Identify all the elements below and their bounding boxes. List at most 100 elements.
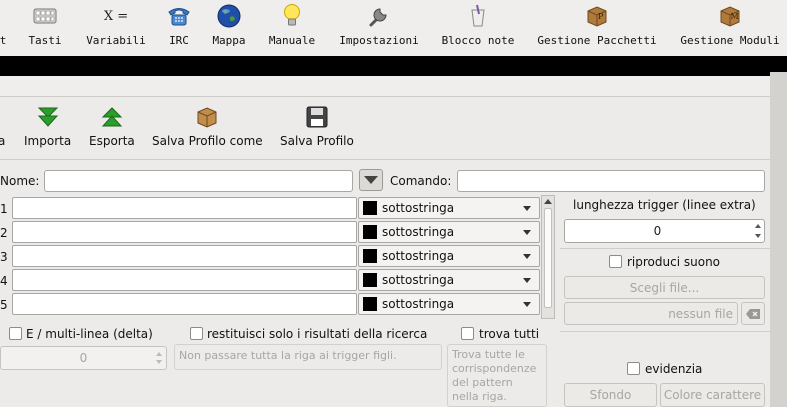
match-all-description: Trova tutte le corrispondenze del patter… <box>447 344 547 407</box>
divider <box>560 248 770 249</box>
background-color-button[interactable]: Sfondo <box>564 383 657 407</box>
trigger-length-spinbox[interactable]: 0 <box>564 219 765 243</box>
command-field[interactable] <box>457 170 765 192</box>
multiline-checkbox[interactable] <box>9 327 22 340</box>
toolbar-label: IRC <box>169 34 189 47</box>
package-icon: P <box>585 0 609 32</box>
row-number: 3 <box>0 250 8 264</box>
toolbar-item-manuale[interactable]: Manuale <box>264 0 320 56</box>
partial-action[interactable]: a <box>0 102 5 148</box>
save-button[interactable]: Salva Profilo <box>280 102 354 148</box>
window-scrollbar[interactable] <box>770 72 787 407</box>
toolbar-label: Gestione Moduli <box>680 34 780 47</box>
command-label: Comando: <box>390 174 452 188</box>
dropdown-arrow-icon <box>523 229 531 235</box>
multiline-delta-spinbox[interactable]: 0 <box>0 346 167 370</box>
export-arrow-icon <box>101 102 123 132</box>
spin-down-icon[interactable] <box>755 234 761 238</box>
highlight-checkbox[interactable] <box>627 362 640 375</box>
row-number: 5 <box>0 298 8 312</box>
match-all-label: trova tutti <box>479 327 540 341</box>
color-swatch <box>363 201 377 215</box>
toolbar-item-variabili[interactable]: X = Variabili <box>82 0 150 56</box>
svg-text:P: P <box>598 12 604 21</box>
telephone-icon <box>166 0 192 32</box>
pattern-type-select[interactable]: sottostringa <box>358 221 540 243</box>
dropdown-arrow-icon <box>523 205 531 211</box>
multiline-label: E / multi-linea (delta) <box>26 327 153 341</box>
main-toolbar: t Tasti X = Variabili IRC Mappa Manuale … <box>0 0 787 56</box>
pattern-input[interactable] <box>12 269 357 291</box>
pattern-type-select[interactable]: sottostringa <box>358 197 540 219</box>
toolbar-label: Impostazioni <box>339 34 419 47</box>
pattern-input[interactable] <box>12 221 357 243</box>
color-swatch <box>363 297 377 311</box>
toolbar-item-mappa[interactable]: Mappa <box>208 0 250 56</box>
import-arrow-icon <box>37 102 59 132</box>
pattern-type-select[interactable]: sottostringa <box>358 293 540 315</box>
triangle-down-icon <box>364 176 378 184</box>
save-as-button[interactable]: Salva Profilo come <box>152 102 263 148</box>
divider <box>560 331 770 332</box>
lightbulb-icon <box>282 0 302 32</box>
pattern-input[interactable] <box>12 197 357 219</box>
filter-checkbox[interactable] <box>190 327 203 340</box>
trigger-editor-panel: a Importa Esporta Salva Profilo come Sal… <box>0 76 770 407</box>
floppy-disk-icon <box>305 102 329 132</box>
play-sound-label: riproduci suono <box>627 255 721 269</box>
spin-down-icon[interactable] <box>156 360 162 364</box>
toolbar-item-impostazioni[interactable]: Impostazioni <box>336 0 422 56</box>
filter-description: Non passare tutta la riga ai trigger fig… <box>174 344 442 370</box>
name-field[interactable] <box>44 170 353 192</box>
pattern-type-select[interactable]: sottostringa <box>358 269 540 291</box>
spin-up-icon[interactable] <box>755 224 761 228</box>
toolbar-item-gestione-moduli[interactable]: M Gestione Moduli <box>676 0 784 56</box>
toolbar-label: t <box>0 34 7 47</box>
choose-file-button[interactable]: Scegli file... <box>564 276 765 299</box>
toolbar-item-partial[interactable]: t <box>0 0 8 56</box>
collapse-button[interactable] <box>359 169 383 191</box>
notepad-icon <box>468 0 488 32</box>
dropdown-arrow-icon <box>523 301 531 307</box>
color-swatch <box>363 249 377 263</box>
scroll-thumb[interactable] <box>544 208 552 308</box>
toolbar-label: Manuale <box>268 34 316 47</box>
window-gap <box>0 56 787 76</box>
toolbar-item-tasti[interactable]: Tasti <box>22 0 68 56</box>
name-label: Nome: <box>0 174 40 188</box>
toolbar-separator <box>0 159 770 160</box>
panel-title-bar <box>0 76 770 97</box>
variables-icon: X = <box>103 8 129 24</box>
export-button[interactable]: Esporta <box>89 102 135 148</box>
foreground-color-button[interactable]: Colore carattere <box>660 383 765 407</box>
svg-text:M: M <box>731 12 739 21</box>
spin-up-icon[interactable] <box>156 352 162 356</box>
globe-icon <box>217 0 241 32</box>
toolbar-label: Variabili <box>86 34 146 47</box>
import-button[interactable]: Importa <box>24 102 71 148</box>
keyboard-icon <box>33 0 57 32</box>
sound-file-field[interactable]: nessun file <box>564 302 738 325</box>
clear-sound-button[interactable] <box>741 302 765 325</box>
pattern-scrollbar[interactable] <box>541 195 555 319</box>
row-number: 4 <box>0 274 8 288</box>
trigger-length-label: lunghezza trigger (linee extra) <box>573 198 756 212</box>
toolbar-item-blocco-note[interactable]: Blocco note <box>438 0 518 56</box>
toolbar-item-gestione-pacchetti[interactable]: P Gestione Pacchetti <box>534 0 660 56</box>
wrench-icon <box>367 0 391 32</box>
filter-label: restituisci solo i risultati della ricer… <box>207 327 428 341</box>
match-all-checkbox[interactable] <box>461 327 474 340</box>
module-icon: M <box>718 0 742 32</box>
pattern-type-select[interactable]: sottostringa <box>358 245 540 267</box>
scroll-up-icon[interactable] <box>544 199 552 204</box>
pattern-input[interactable] <box>12 245 357 267</box>
highlight-label: evidenzia <box>645 362 703 376</box>
row-number: 2 <box>0 226 8 240</box>
toolbar-label: Blocco note <box>441 34 515 47</box>
play-sound-checkbox[interactable] <box>609 255 622 268</box>
toolbar-label: Mappa <box>212 34 246 47</box>
clear-icon <box>746 308 760 319</box>
dropdown-arrow-icon <box>523 253 531 259</box>
toolbar-item-irc[interactable]: IRC <box>162 0 196 56</box>
pattern-input[interactable] <box>12 293 357 315</box>
